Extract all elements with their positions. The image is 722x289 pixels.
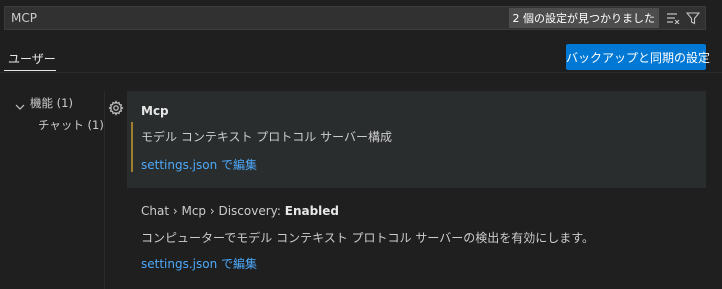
gear-icon[interactable] [108, 100, 124, 116]
setting-description: コンピューターでモデル コンテキスト プロトコル サーバーの検出を有効にします。 [141, 231, 595, 245]
setting-description: モデル コンテキスト プロトコル サーバー構成 [141, 130, 392, 144]
edit-in-settings-json-link[interactable]: settings.json で編集 [141, 255, 257, 272]
result-count-badge: 2 個の設定が見つかりました [508, 8, 659, 28]
clear-filter-icon[interactable] [665, 10, 681, 26]
filter-icon[interactable] [685, 10, 701, 26]
edit-in-settings-json-link[interactable]: settings.json で編集 [141, 156, 257, 173]
setting-title: Chat › Mcp › Discovery: Enabled [141, 204, 339, 218]
setting-name: Enabled [284, 204, 340, 218]
chevron-down-icon[interactable] [14, 97, 26, 116]
search-input[interactable] [5, 10, 509, 26]
setting-title: Mcp [141, 104, 169, 118]
tab-active-indicator [4, 70, 56, 71]
settings-search-bar: 2 個の設定が見つかりました [4, 6, 706, 30]
toc-divider [104, 92, 105, 289]
backup-sync-settings-button[interactable]: バックアップと同期の設定 [566, 44, 710, 70]
setting-category: Chat › Mcp › Discovery: [141, 204, 285, 218]
settings-editor: 2 個の設定が見つかりました ユーザー バックアップと同期の設定 機能 (1) … [0, 0, 722, 289]
modified-indicator [131, 122, 133, 172]
tab-separator [0, 72, 722, 73]
tab-user[interactable]: ユーザー [8, 50, 56, 67]
toc-item-features[interactable]: 機能 (1) [30, 95, 73, 111]
toc-item-chat[interactable]: チャット (1) [38, 117, 104, 133]
